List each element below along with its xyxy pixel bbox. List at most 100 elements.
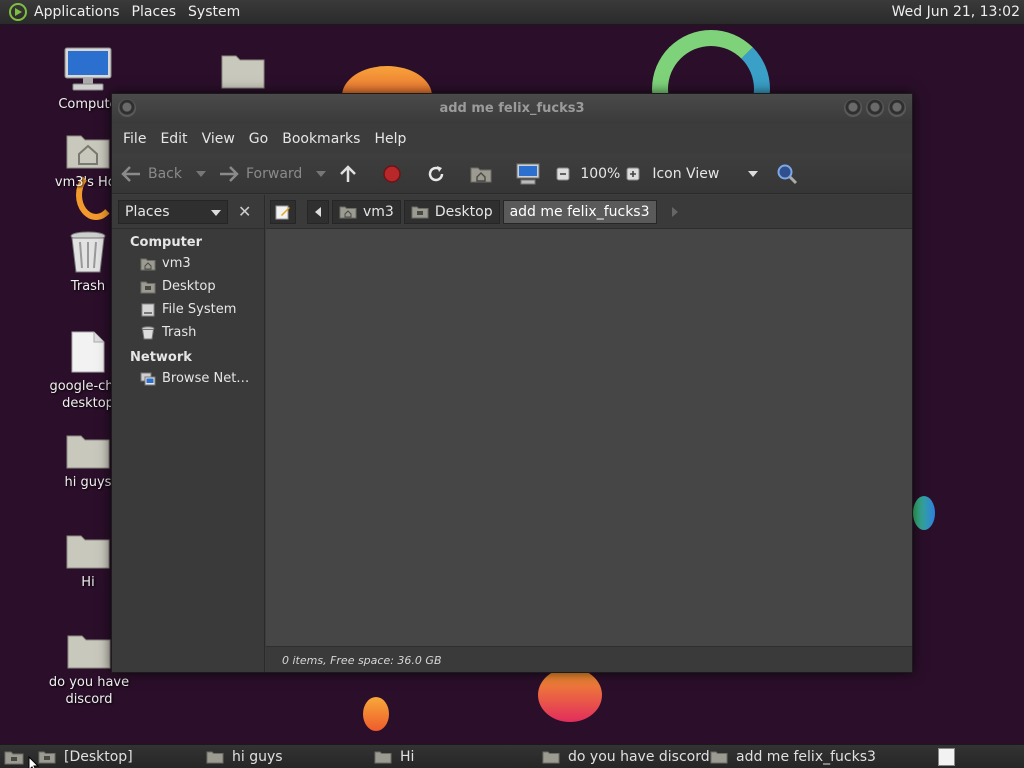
sidebar-heading-computer: Computer <box>130 235 203 250</box>
stop-button[interactable] <box>382 164 408 184</box>
forward-button[interactable]: Forward <box>218 165 302 183</box>
path-scroll-left-button[interactable] <box>307 199 329 224</box>
edit-icon <box>275 205 290 219</box>
file-icon <box>71 331 105 373</box>
computer-icon <box>64 47 112 91</box>
desktop-folder-icon <box>140 281 156 293</box>
close-button[interactable] <box>888 99 906 117</box>
back-history-dropdown[interactable] <box>196 170 206 177</box>
folder-icon <box>66 535 110 569</box>
up-arrow-icon <box>340 164 357 182</box>
sidebar-heading-network: Network <box>130 350 192 365</box>
toggle-location-entry-button[interactable] <box>270 199 296 224</box>
file-manager-window: add me felix_fucks3 File Edit View Go Bo… <box>111 93 913 673</box>
path-bar: vm3 Desktop add me felix_fucks3 <box>266 195 912 229</box>
desktop-icon-folder[interactable] <box>183 50 303 94</box>
breadcrumb-desktop[interactable]: Desktop <box>403 199 500 224</box>
zoom-out-icon <box>556 167 570 180</box>
folder-icon <box>206 751 224 764</box>
breadcrumb-current-folder[interactable]: add me felix_fucks3 <box>502 199 657 224</box>
taskbar-item-add-me-felix[interactable]: add me felix_fucks3 <box>710 749 876 765</box>
drive-icon <box>141 303 155 316</box>
content-pane: vm3 Desktop add me felix_fucks3 0 items,… <box>266 195 912 672</box>
window-menu-button[interactable] <box>118 99 136 117</box>
places-menu[interactable]: Places <box>132 4 185 20</box>
folder-icon <box>710 751 728 764</box>
forward-arrow-icon <box>220 165 239 182</box>
folder-icon <box>67 635 111 669</box>
applications-menu[interactable]: Applications <box>34 4 128 20</box>
taskbar-item-desktop[interactable]: [Desktop] <box>38 749 133 765</box>
home-folder-icon <box>66 135 110 169</box>
close-sidebar-icon[interactable]: ✕ <box>238 202 251 221</box>
file-view-area[interactable] <box>266 229 912 646</box>
top-panel: Applications Places System Wed Jun 21, 1… <box>0 0 1024 25</box>
reload-button[interactable] <box>426 164 452 184</box>
reload-icon <box>429 165 444 181</box>
view-mode-select[interactable]: Icon View <box>652 166 770 182</box>
folder-icon <box>542 751 560 764</box>
show-desktop-icon[interactable] <box>4 749 24 765</box>
breadcrumb-vm3[interactable]: vm3 <box>332 199 401 224</box>
chevron-down-icon <box>211 209 221 216</box>
minimize-button[interactable] <box>844 99 862 117</box>
zoom-in-icon <box>626 167 640 180</box>
trash-icon <box>141 325 155 339</box>
chevron-left-icon <box>315 206 321 217</box>
workspace-switcher[interactable] <box>938 748 955 766</box>
network-icon <box>140 372 156 385</box>
menu-go[interactable]: Go <box>242 131 275 147</box>
zoom-level: 100% <box>580 165 621 182</box>
menu-file[interactable]: File <box>116 131 153 147</box>
status-bar: 0 items, Free space: 36.0 GB <box>266 646 912 672</box>
menubar: File Edit View Go Bookmarks Help <box>112 124 912 154</box>
window-title: add me felix_fucks3 <box>439 101 585 116</box>
stop-icon <box>383 164 402 183</box>
chevron-down-icon <box>748 170 759 177</box>
taskbar-item-do-you-have-discord[interactable]: do you have discord <box>542 749 710 765</box>
up-button[interactable] <box>338 164 364 184</box>
computer-icon <box>516 163 540 184</box>
home-folder-icon <box>339 206 357 218</box>
menu-edit[interactable]: Edit <box>153 131 194 147</box>
back-button[interactable]: Back <box>120 165 182 183</box>
mouse-cursor-icon <box>28 756 40 768</box>
sidebar-item-trash[interactable]: Trash <box>112 321 264 344</box>
clock[interactable]: Wed Jun 21, 13:02 <box>892 4 1020 20</box>
taskbar-item-hi-guys[interactable]: hi guys <box>206 749 283 765</box>
window-body: Places ✕ Computer vm3 Desktop File Syste… <box>112 195 912 672</box>
back-arrow-icon <box>121 165 140 182</box>
forward-history-dropdown[interactable] <box>316 170 327 177</box>
trash-icon <box>70 231 106 273</box>
wallpaper-dot <box>363 697 389 731</box>
sidebar-mode-select[interactable]: Places <box>118 199 228 224</box>
computer-button[interactable] <box>516 163 546 185</box>
sidebar: Places ✕ Computer vm3 Desktop File Syste… <box>112 195 265 672</box>
search-button[interactable] <box>776 163 804 185</box>
sidebar-item-vm3[interactable]: vm3 <box>112 252 264 275</box>
home-button[interactable] <box>470 165 498 183</box>
folder-icon <box>374 751 392 764</box>
zoom-out-button[interactable] <box>556 167 576 181</box>
folder-icon <box>66 435 110 469</box>
path-scroll-right-button[interactable] <box>671 206 678 217</box>
maximize-button[interactable] <box>866 99 884 117</box>
menu-view[interactable]: View <box>195 131 242 147</box>
zoom-in-button[interactable] <box>626 167 646 181</box>
home-folder-icon <box>140 258 156 270</box>
window-titlebar[interactable]: add me felix_fucks3 <box>112 94 912 124</box>
sidebar-item-browse-network[interactable]: Browse Net… <box>112 367 264 390</box>
menu-help[interactable]: Help <box>367 131 413 147</box>
sidebar-item-desktop[interactable]: Desktop <box>112 275 264 298</box>
wallpaper-circle <box>538 668 602 722</box>
bottom-panel: [Desktop] hi guys Hi do you have discord… <box>0 744 1024 768</box>
sidebar-item-file-system[interactable]: File System <box>112 298 264 321</box>
search-icon <box>777 164 798 184</box>
system-menu[interactable]: System <box>188 4 248 20</box>
wallpaper-blob <box>913 496 935 530</box>
home-folder-icon <box>470 167 492 182</box>
desktop-folder-icon <box>411 206 429 218</box>
distro-logo-icon[interactable] <box>8 2 28 22</box>
menu-bookmarks[interactable]: Bookmarks <box>275 131 367 147</box>
taskbar-item-hi[interactable]: Hi <box>374 749 414 765</box>
